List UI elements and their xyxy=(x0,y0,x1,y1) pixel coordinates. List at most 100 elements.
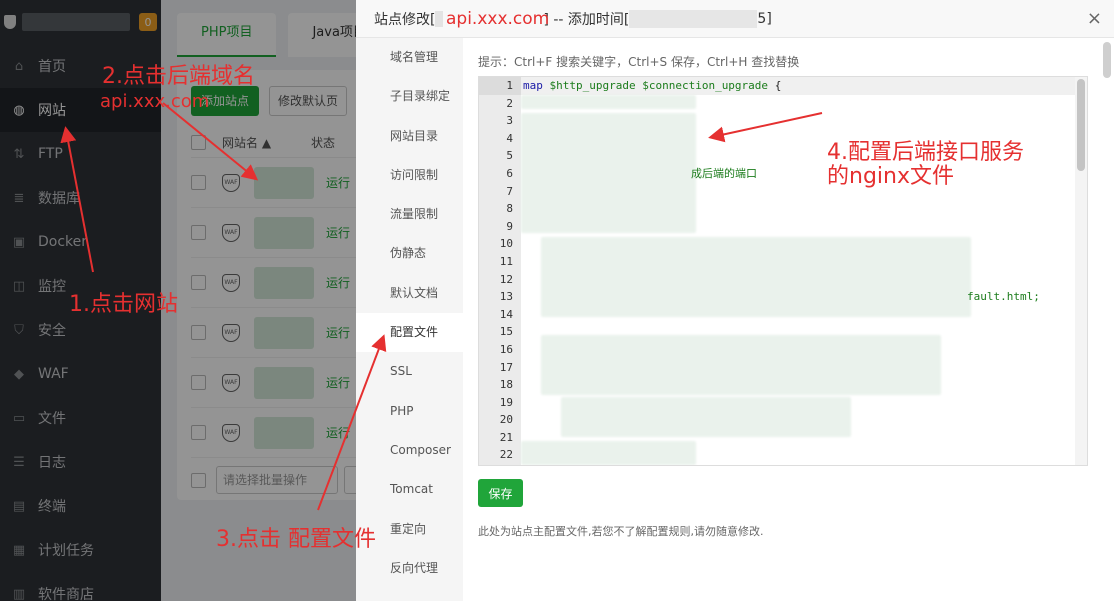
row-checkbox[interactable] xyxy=(191,275,206,290)
status-running[interactable]: 运行 xyxy=(326,424,350,441)
close-icon[interactable]: × xyxy=(1087,8,1102,29)
code-blurred xyxy=(541,335,941,395)
sidebar-item-label: WAF xyxy=(38,366,69,382)
server-name-blurred xyxy=(22,13,130,31)
sidebar-item-label: FTP xyxy=(38,146,63,162)
notification-badge[interactable]: 0 xyxy=(139,13,157,31)
sidebar-item-label: 计划任务 xyxy=(38,543,94,559)
dialog-nav-item[interactable]: 域名管理 xyxy=(356,38,463,77)
line-number: 9 xyxy=(506,219,513,233)
site-name-blurred[interactable] xyxy=(254,316,314,349)
annotation-title-domain: api.xxx.com xyxy=(446,9,550,29)
sidebar-item-label: 文件 xyxy=(38,411,66,427)
site-name-blurred[interactable] xyxy=(254,216,314,249)
annotation-step2-domain: api.xxx.com xyxy=(100,91,210,112)
line-number: 19 xyxy=(499,395,513,409)
line-number: 21 xyxy=(499,430,513,444)
calendar-icon: ▦ xyxy=(12,542,26,558)
editor-scrollbar[interactable] xyxy=(1075,77,1087,465)
sidebar-item-8[interactable]: ▭ 文件 xyxy=(0,396,161,440)
line-number: 3 xyxy=(506,114,513,128)
row-checkbox[interactable] xyxy=(191,375,206,390)
log-icon: ☰ xyxy=(13,454,25,470)
line-number-gutter: 1 2 3 4 5 6 7 8 9 10 11 12 13 14 15 16 17 18 19 20 21 22 xyxy=(479,77,521,465)
sidebar-item-4[interactable]: ▣ Docker xyxy=(0,220,161,264)
editor-scroll-thumb[interactable] xyxy=(1077,79,1085,171)
col-site-name[interactable]: 网站名 ▲ xyxy=(222,134,271,151)
status-running[interactable]: 运行 xyxy=(326,324,350,341)
line-number: 7 xyxy=(506,184,513,198)
sidebar-item-7[interactable]: ◆ WAF xyxy=(0,352,161,396)
dialog-nav-item[interactable]: 默认文档 xyxy=(356,274,463,313)
dialog-scroll-thumb[interactable] xyxy=(1103,42,1111,78)
line-number: 4 xyxy=(506,131,513,145)
config-warning-note: 此处为站点主配置文件,若您不了解配置规则,请勿随意修改. xyxy=(478,525,764,538)
sidebar-item-label: 软件商店 xyxy=(38,587,94,601)
dialog-nav-item[interactable]: 网站目录 xyxy=(356,117,463,156)
dialog-nav-item[interactable]: 访问限制 xyxy=(356,156,463,195)
site-name-blurred[interactable] xyxy=(254,166,314,199)
site-name-blurred[interactable] xyxy=(254,266,314,299)
shield-icon: ⛉ xyxy=(14,322,24,338)
status-running[interactable]: 运行 xyxy=(326,274,350,291)
line-number: 8 xyxy=(506,202,513,216)
row-checkbox[interactable] xyxy=(191,175,206,190)
dialog-nav-item[interactable]: 反向代理 xyxy=(356,549,463,588)
tab-php[interactable]: PHP项目 xyxy=(177,13,277,57)
dialog-nav-item[interactable]: 子目录绑定 xyxy=(356,77,463,116)
code-var-connection: $connection_upgrade xyxy=(642,79,769,92)
editor-hint: 提示：Ctrl+F 搜索关键字，Ctrl+S 保存，Ctrl+H 查找替换 xyxy=(478,55,800,69)
title-end: 5] xyxy=(757,10,772,27)
line-number: 17 xyxy=(499,360,513,374)
waf-shield-icon[interactable]: WAF xyxy=(222,323,240,342)
code-blurred xyxy=(561,397,851,437)
waf-shield-icon[interactable]: WAF xyxy=(222,223,240,242)
waf-shield-icon[interactable]: WAF xyxy=(222,423,240,442)
dialog-scrollbar[interactable] xyxy=(1103,38,1111,601)
title-prefix: 站点修改[ xyxy=(374,11,436,28)
line-number: 16 xyxy=(499,342,513,356)
status-running[interactable]: 运行 xyxy=(326,374,350,391)
sidebar-item-label: 终端 xyxy=(38,499,66,515)
dialog-nav-item[interactable]: PHP xyxy=(356,392,463,431)
row-checkbox[interactable] xyxy=(191,325,206,340)
row-checkbox[interactable] xyxy=(191,425,206,440)
site-name-blurred[interactable] xyxy=(254,416,314,449)
waf-shield-icon[interactable]: WAF xyxy=(222,373,240,392)
edit-default-page-button[interactable]: 修改默认页 xyxy=(269,86,348,116)
sidebar-item-12[interactable]: ▥ 软件商店 xyxy=(0,572,161,601)
save-button[interactable]: 保存 xyxy=(478,479,523,507)
ftp-icon: ⇅ xyxy=(13,146,25,162)
batch-select[interactable]: 请选择批量操作 xyxy=(216,466,338,494)
waf-shield-icon[interactable]: WAF xyxy=(222,273,240,292)
annotation-step1: 1.点击网站 xyxy=(69,292,178,317)
batch-checkbox[interactable] xyxy=(191,472,206,488)
status-running[interactable]: 运行 xyxy=(326,224,350,241)
site-edit-dialog: 站点修改[ ] -- 添加时间[5] × 域名管理 子目录绑定 网站目录 访问限制 流量… xyxy=(356,0,1114,601)
sidebar-item-2[interactable]: ⇅ FTP xyxy=(0,132,161,176)
row-checkbox[interactable] xyxy=(191,225,206,240)
waf-shield-icon[interactable]: WAF xyxy=(222,173,240,192)
sidebar-item-9[interactable]: ☰ 日志 xyxy=(0,440,161,484)
sidebar-item-3[interactable]: ≣ 数据库 xyxy=(0,176,161,220)
select-all-checkbox[interactable] xyxy=(191,135,206,150)
home-icon: ⌂ xyxy=(14,58,24,74)
dialog-nav-item[interactable]: Tomcat xyxy=(356,470,463,509)
code-blurred xyxy=(521,113,696,233)
dialog-nav: 域名管理 子目录绑定 网站目录 访问限制 流量限制 伪静态 默认文档 配置文件 SSL PHP Co… xyxy=(356,38,463,601)
sidebar-item-10[interactable]: ▤ 终端 xyxy=(0,484,161,528)
dialog-nav-item[interactable]: Composer xyxy=(356,431,463,470)
title-time-blurred xyxy=(629,9,758,28)
dialog-nav-item[interactable]: 伪静态 xyxy=(356,234,463,273)
dialog-nav-item[interactable]: 配置文件 xyxy=(356,313,463,353)
line-number: 14 xyxy=(499,307,513,321)
dialog-nav-item[interactable]: SSL xyxy=(356,352,463,391)
site-name-blurred[interactable] xyxy=(254,366,314,399)
sidebar-item-label: 安全 xyxy=(38,323,66,339)
line-number: 20 xyxy=(499,413,513,427)
status-running[interactable]: 运行 xyxy=(326,174,350,191)
annotation-step4-line2: 的nginx文件 xyxy=(827,164,954,189)
dialog-nav-item[interactable]: 流量限制 xyxy=(356,195,463,234)
code-brace: { xyxy=(774,79,782,92)
sidebar-item-11[interactable]: ▦ 计划任务 xyxy=(0,528,161,572)
